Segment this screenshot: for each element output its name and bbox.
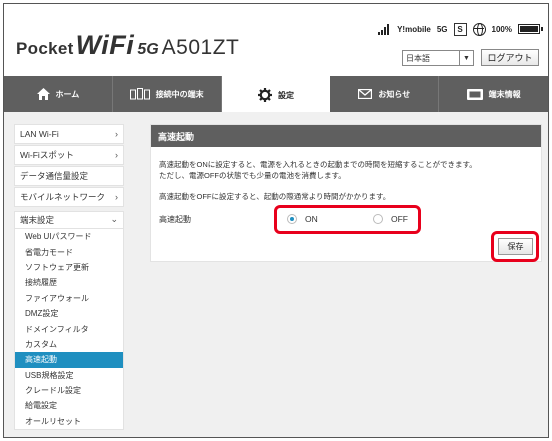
sidebar-subitem[interactable]: 省電力モード [15, 244, 123, 259]
tab-settings-label: 設定 [277, 90, 294, 100]
chevron-right-icon: › [115, 192, 118, 202]
sidebar-item-label: LAN Wi-Fi [20, 129, 59, 139]
fast-boot-label: 高速起動 [159, 215, 191, 224]
radio-off-label: OFF [391, 214, 408, 224]
save-button[interactable]: 保存 [498, 238, 533, 255]
radio-off[interactable]: OFF [373, 214, 408, 224]
chevron-down-icon: ⌄ [110, 214, 118, 224]
radio-on-dot[interactable] [287, 214, 297, 224]
sim-icon: S [453, 22, 467, 36]
chevron-right-icon: › [115, 150, 118, 160]
devices-icon [129, 88, 150, 100]
sidebar-item-mobile-network[interactable]: モバイルネットワーク › [14, 187, 124, 207]
sidebar-subitem[interactable]: カスタム [15, 337, 123, 352]
brand-pocket: Pocket [16, 39, 74, 58]
battery-percent: 100% [491, 24, 512, 34]
network-type: 5G [436, 24, 448, 34]
description-line-1: 高速起動をONに設定すると、電源を入れるときの起動までの時間を短縮することができ… [159, 160, 477, 169]
globe-icon [472, 22, 486, 36]
language-select[interactable]: 日本語 ▼ [402, 50, 474, 66]
brand-logo: Pocket WiFi 5G A501ZT [16, 30, 239, 61]
sidebar-subitem[interactable]: ソフトウェア更新 [15, 260, 123, 275]
status-bar: Y!mobile 5G S 100% [378, 20, 543, 38]
device-info-icon [466, 88, 483, 100]
tab-home-label: ホーム [55, 89, 80, 99]
sidebar-subitem[interactable]: オールリセット [15, 414, 123, 429]
radio-on[interactable]: ON [287, 214, 318, 224]
tab-notices[interactable]: お知らせ [330, 76, 440, 112]
gear-icon [257, 88, 272, 102]
sidebar: LAN Wi-Fi › Wi-Fiスポット › データ通信量設定 モバイルネット… [14, 124, 124, 431]
sidebar-group-label: 端末設定 [20, 215, 55, 225]
sidebar-item-wifi-spot[interactable]: Wi-Fiスポット › [14, 145, 124, 165]
brand-wifi: WiFi [75, 30, 135, 60]
sidebar-subitem[interactable]: ドメインフィルタ [15, 321, 123, 336]
battery-icon [518, 24, 543, 34]
sidebar-item-data-usage[interactable]: データ通信量設定 [14, 166, 124, 186]
mail-icon [358, 89, 373, 99]
sidebar-subitem[interactable]: ファイアウォール [15, 291, 123, 306]
language-value: 日本語 [406, 53, 430, 63]
sidebar-sub-list: Web UIパスワード 省電力モード ソフトウェア更新 接続履歴 ファイアウォール DMZ… [15, 229, 123, 429]
tab-notices-label: お知らせ [378, 89, 411, 99]
chevron-down-icon: ▼ [459, 51, 473, 65]
tab-home[interactable]: ホーム [4, 76, 113, 112]
sidebar-item-label: データ通信量設定 [20, 171, 89, 181]
sidebar-group-header[interactable]: 端末設定 ⌄ [15, 212, 123, 229]
description-line-2: ただし、電源OFFの状態でも少量の電池を消費します。 [159, 171, 346, 180]
radio-on-label: ON [305, 214, 318, 224]
sidebar-subitem[interactable]: クレードル設定 [15, 383, 123, 398]
tab-settings[interactable]: 設定 [221, 76, 331, 114]
radio-off-dot[interactable] [373, 214, 383, 224]
web-ui-frame: Pocket WiFi 5G A501ZT Y!mobile 5G S 100%… [3, 3, 549, 438]
signal-icon [378, 23, 390, 35]
sidebar-subitem[interactable]: 接続履歴 [15, 275, 123, 290]
description-line-3: 高速起動をOFFに設定すると、起動の際通常より時間がかかります。 [159, 192, 391, 201]
header: Pocket WiFi 5G A501ZT Y!mobile 5G S 100%… [4, 4, 548, 76]
chevron-right-icon: › [115, 129, 118, 139]
sidebar-item-label: Wi-Fiスポット [20, 150, 74, 160]
home-icon [36, 88, 50, 100]
brand-5g: 5G [137, 41, 159, 58]
panel-title: 高速起動 [151, 125, 541, 147]
main-nav: ホーム 接続中の端末 設定 お知らせ 端末情報 [4, 76, 548, 114]
fast-boot-panel: 高速起動 高速起動をONに設定すると、電源を入れるときの起動までの時間を短縮する… [150, 124, 542, 262]
sidebar-item-lan-wifi[interactable]: LAN Wi-Fi › [14, 124, 124, 144]
sidebar-group-device-settings: 端末設定 ⌄ Web UIパスワード 省電力モード ソフトウェア更新 接続履歴 ファイア… [14, 211, 124, 431]
tab-devices-label: 接続中の端末 [155, 89, 204, 99]
sidebar-subitem[interactable]: 給電設定 [15, 398, 123, 413]
sidebar-subitem[interactable]: Web UIパスワード [15, 229, 123, 244]
tab-devices[interactable]: 接続中の端末 [113, 76, 222, 112]
sidebar-subitem[interactable]: USB規格設定 [15, 368, 123, 383]
tab-device-info-label: 端末情報 [488, 89, 521, 99]
logout-button[interactable]: ログアウト [481, 49, 539, 66]
sidebar-item-label: モバイルネットワーク [20, 192, 106, 202]
tab-device-info[interactable]: 端末情報 [439, 76, 548, 112]
carrier-name: Y!mobile [397, 24, 431, 34]
battery-fill [520, 26, 538, 32]
brand-model: A501ZT [161, 36, 240, 59]
sidebar-subitem[interactable]: DMZ設定 [15, 306, 123, 321]
sidebar-subitem[interactable]: 高速起動 [15, 352, 123, 368]
